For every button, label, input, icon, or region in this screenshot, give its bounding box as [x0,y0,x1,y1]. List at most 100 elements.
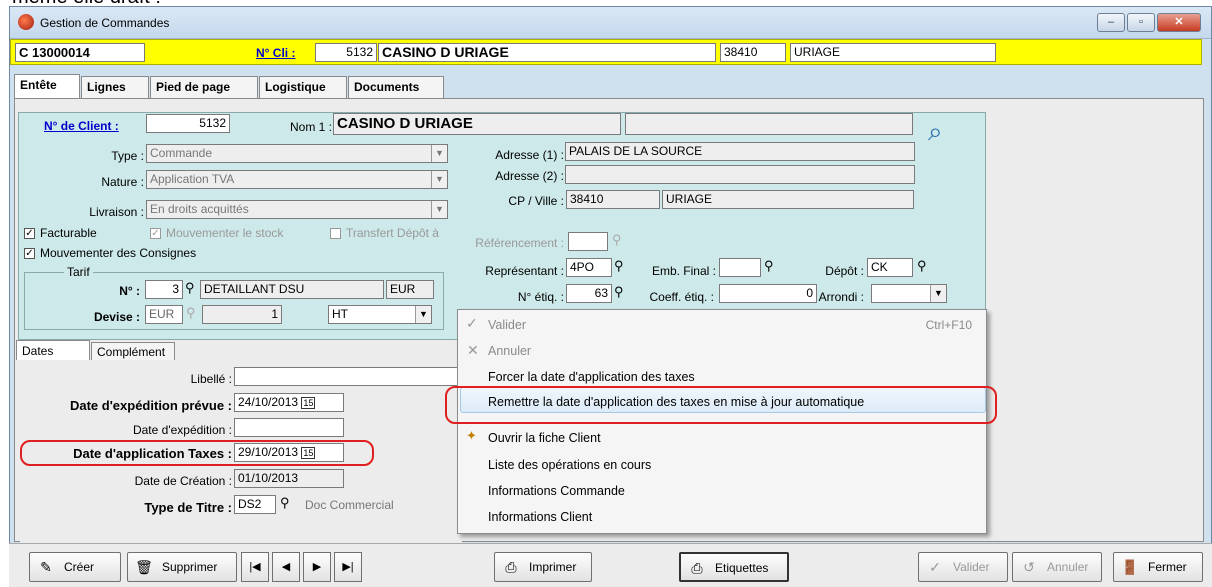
devise-field[interactable]: EUR [145,305,183,324]
next-record-button[interactable]: ▶ [303,552,331,582]
devise-rate-field[interactable]: 1 [202,305,282,324]
tab-documents[interactable]: Documents [348,76,444,98]
depot-lookup-icon[interactable]: ⚲ [917,258,927,274]
app-taxes-field[interactable]: 29/10/2013 15 [234,443,344,462]
libelle-field[interactable] [234,367,460,386]
postcode-field[interactable]: 38410 [720,43,786,62]
supprimer-label: Supprimer [162,560,218,574]
ht-value: HT [332,307,348,321]
etiquettes-button[interactable]: ⎙ Etiquettes [679,552,789,582]
ville-field[interactable]: URIAGE [662,190,914,209]
minimize-button[interactable]: – [1097,13,1125,32]
referencement-field[interactable] [568,232,608,251]
type-titre-label: Type de Titre : [144,500,232,515]
tab-dates[interactable]: Dates [16,340,90,360]
close-button[interactable]: ✕ [1157,13,1201,32]
netiq-lookup-icon[interactable]: ⚲ [614,284,624,300]
tarif-n-label: N° : [119,284,140,298]
tarif-lookup-icon[interactable]: ⚲ [185,280,195,296]
representant-lookup-icon[interactable]: ⚲ [614,258,624,274]
menu-item-annuler[interactable]: Annuler [488,344,531,358]
devise-lookup-icon[interactable]: ⚲ [186,305,196,321]
fermer-button[interactable]: 🚪 Fermer [1113,552,1203,582]
calendar-icon[interactable]: 15 [301,447,316,459]
ncli-link[interactable]: N° Cli : [256,46,295,60]
title-bar: Gestion de Commandes – ▫ ✕ [10,7,1211,39]
exp-prevue-value: 24/10/2013 [238,395,299,409]
exp-label: Date d'expédition : [132,423,232,437]
livraison-label: Livraison : [89,205,144,219]
emb-final-lookup-icon[interactable]: ⚲ [764,258,774,274]
exp-prevue-field[interactable]: 24/10/2013 15 [234,393,344,412]
supprimer-button[interactable]: 🗑 Supprimer [127,552,237,582]
menu-item-ouvrir-fiche[interactable]: Ouvrir la fiche Client [488,431,601,445]
referencement-lookup-icon[interactable]: ⚲ [612,232,622,248]
chevron-down-icon: ▼ [431,171,447,188]
nom2-field[interactable] [625,113,913,135]
emb-final-field[interactable] [719,258,761,277]
type-select[interactable]: Commande ▼ [146,144,448,163]
type-titre-desc: Doc Commercial [305,498,394,512]
first-record-button[interactable]: |◀ [241,552,269,582]
adr2-field[interactable] [565,165,915,184]
menu-item-valider[interactable]: Valider [488,318,526,332]
tarif-name-field[interactable]: DETAILLANT DSU [200,280,384,299]
printer-icon: ⎙ [505,559,517,575]
representant-label: Représentant : [485,264,564,278]
creer-label: Créer [64,560,95,574]
nom1-field[interactable]: CASINO D URIAGE [333,113,621,135]
menu-item-info-client[interactable]: Informations Client [488,510,592,524]
nature-value: Application TVA [150,172,235,186]
valider-button[interactable]: ✓ Valider [918,552,1008,582]
facturable-checkbox[interactable]: ✓ [24,228,35,239]
netiq-field[interactable]: 63 [566,284,612,303]
menu-item-info-commande[interactable]: Informations Commande [488,484,625,498]
depot-field[interactable]: CK [867,258,913,277]
type-titre-lookup-icon[interactable]: ⚲ [280,495,290,511]
previous-record-button[interactable]: ◀ [272,552,300,582]
annuler-button[interactable]: ↺ Annuler [1012,552,1102,582]
tab-logistique[interactable]: Logistique [259,76,347,98]
transfert-checkbox[interactable] [330,228,341,239]
mvt-consignes-checkbox[interactable]: ✓ [24,248,35,259]
type-titre-field[interactable]: DS2 [234,495,276,514]
calendar-icon[interactable]: 15 [301,397,316,409]
mvt-stock-checkbox[interactable]: ✓ [150,228,161,239]
chevron-down-icon: ▼ [415,306,431,323]
ncli-field[interactable]: 5132 [315,43,377,62]
tab-pied-de-page[interactable]: Pied de page [150,76,258,98]
city-field[interactable]: URIAGE [790,43,996,62]
tarif-currency-field[interactable]: EUR [386,280,434,299]
imprimer-button[interactable]: ⎙ Imprimer [494,552,592,582]
menu-item-liste-operations[interactable]: Liste des opérations en cours [488,458,651,472]
nclient-field[interactable]: 5132 [146,114,230,133]
tarif-legend: Tarif [64,265,93,279]
livraison-select[interactable]: En droits acquittés ▼ [146,200,448,219]
tab-entete[interactable]: Entête [14,74,80,98]
netiq-label: N° étiq. : [517,290,564,304]
order-number-field[interactable]: C 13000014 [15,43,145,62]
ht-select[interactable]: HT ▼ [328,305,432,324]
adr1-field[interactable]: PALAIS DE LA SOURCE [565,142,915,161]
creer-button[interactable]: ✎ Créer [29,552,121,582]
menu-shortcut-valider: Ctrl+F10 [925,318,972,332]
type-value: Commande [150,146,213,160]
nature-select[interactable]: Application TVA ▼ [146,170,448,189]
menu-item-forcer[interactable]: Forcer la date d'application des taxes [488,370,695,384]
tarif-n-field[interactable]: 3 [145,280,183,299]
client-name-field[interactable]: CASINO D URIAGE [378,43,716,62]
nclient-link[interactable]: N° de Client : [44,119,119,133]
client-search-icon[interactable]: ⌕ [928,116,962,154]
new-document-icon: ✎ [40,559,52,575]
tab-complement[interactable]: Complément [91,342,175,360]
last-record-button[interactable]: ▶| [334,552,362,582]
arrondi-select[interactable]: ▼ [871,284,947,303]
cp-field[interactable]: 38410 [566,190,660,209]
maximize-button[interactable]: ▫ [1127,13,1155,32]
referencement-label: Référencement : [475,236,564,250]
exp-field[interactable] [234,418,344,437]
chevron-down-icon: ▼ [431,145,447,162]
tab-lignes[interactable]: Lignes [81,76,149,98]
creation-field[interactable]: 01/10/2013 [234,469,344,488]
representant-field[interactable]: 4PO [566,258,612,277]
